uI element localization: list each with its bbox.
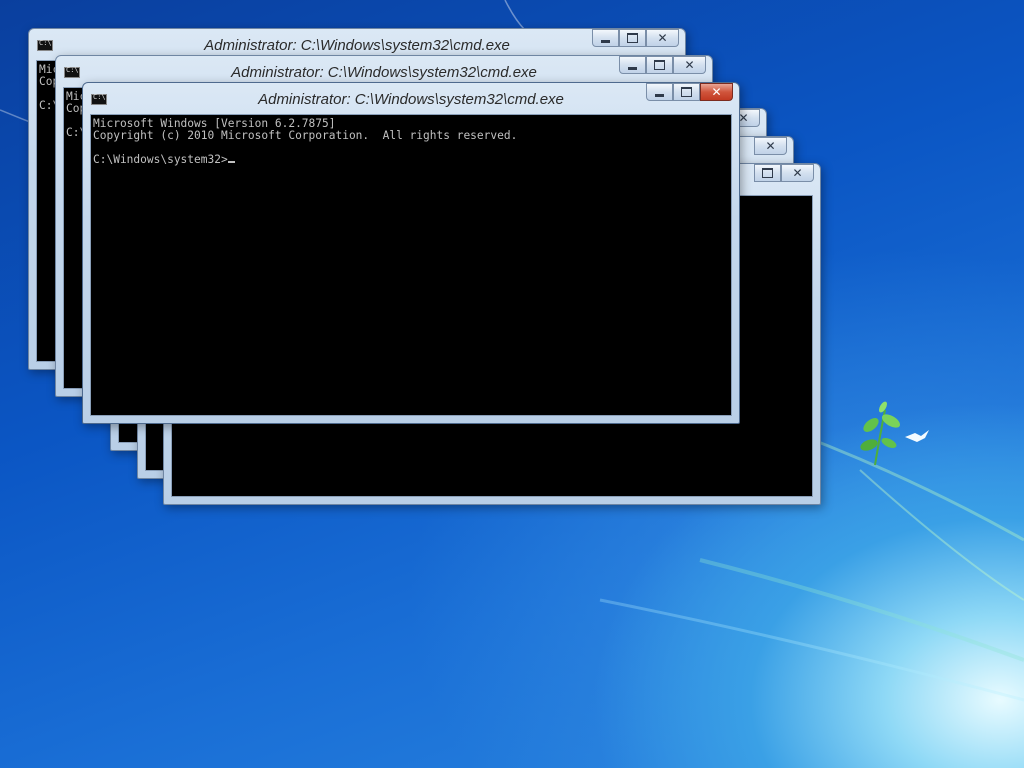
maximize-button[interactable]: [754, 164, 781, 182]
window-title: Administrator: C:\Windows\system32\cmd.e…: [204, 37, 510, 54]
title-bar[interactable]: Administrator: C:\Windows\system32\cmd.e…: [83, 83, 739, 111]
console-line: Copyright (c) 2010 Microsoft Corporation…: [93, 129, 518, 142]
console-prompt-line: C:\Windows\system32>: [93, 154, 729, 166]
close-icon: ✕: [792, 166, 803, 180]
close-button[interactable]: ✕: [754, 137, 787, 155]
close-icon: ✕: [684, 58, 695, 72]
close-button[interactable]: ✕: [673, 56, 706, 74]
console-area[interactable]: Microsoft Windows [Version 6.2.7875] Cop…: [90, 114, 732, 416]
close-button[interactable]: ✕: [781, 164, 814, 182]
console-prompt: C:\Windows\system32>: [93, 153, 228, 166]
minimize-icon: [655, 93, 664, 97]
maximize-button[interactable]: [646, 56, 673, 74]
window-title: Administrator: C:\Windows\system32\cmd.e…: [231, 64, 537, 81]
maximize-button[interactable]: [673, 83, 700, 101]
close-button[interactable]: ✕: [700, 83, 733, 101]
window-controls: ✕: [646, 83, 733, 103]
maximize-icon: [654, 60, 665, 70]
maximize-button[interactable]: [619, 29, 646, 47]
close-icon: ✕: [657, 31, 668, 45]
title-bar[interactable]: Administrator: C:\Windows\system32\cmd.e…: [56, 56, 712, 84]
window-controls: ✕: [619, 56, 706, 76]
close-icon: ✕: [711, 85, 722, 99]
minimize-button[interactable]: [646, 83, 673, 101]
minimize-button[interactable]: [619, 56, 646, 74]
minimize-button[interactable]: [592, 29, 619, 47]
window-controls: ✕: [754, 137, 787, 157]
title-bar[interactable]: Administrator: C:\Windows\system32\cmd.e…: [29, 29, 685, 57]
window-controls: ✕: [592, 29, 679, 49]
window-controls: ✕: [754, 164, 814, 184]
cmd-window-active[interactable]: Administrator: C:\Windows\system32\cmd.e…: [82, 82, 740, 424]
minimize-icon: [628, 66, 637, 70]
text-cursor: [227, 161, 235, 163]
window-title: Administrator: C:\Windows\system32\cmd.e…: [258, 91, 564, 108]
maximize-icon: [681, 87, 692, 97]
wallpaper-leaf-logo: [860, 401, 929, 466]
close-icon: ✕: [765, 139, 776, 153]
close-button[interactable]: ✕: [646, 29, 679, 47]
minimize-icon: [601, 39, 610, 43]
maximize-icon: [627, 33, 638, 43]
maximize-icon: [762, 168, 773, 178]
